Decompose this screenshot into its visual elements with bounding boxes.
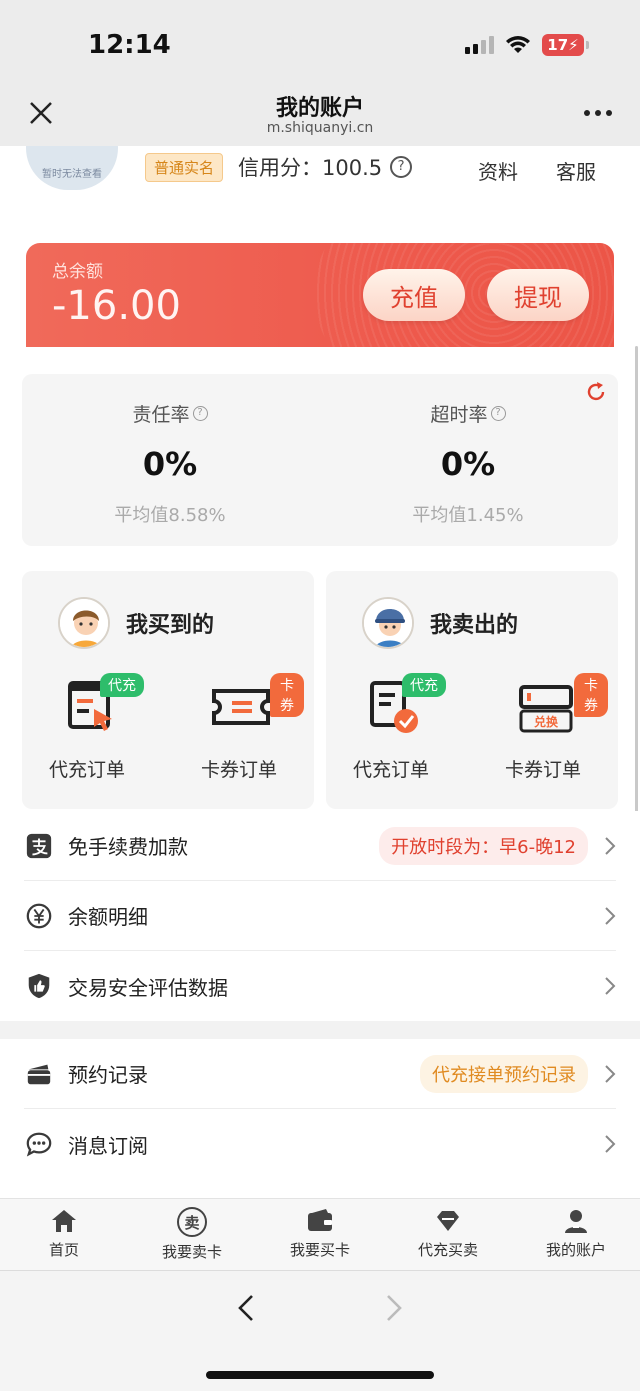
- cellular-signal-icon: [465, 36, 494, 54]
- browser-toolbar: [0, 1270, 640, 1391]
- wallet-icon: [308, 1209, 332, 1231]
- realname-badge: 普通实名: [145, 153, 224, 182]
- customer-service-link[interactable]: 客服: [556, 156, 596, 185]
- profile-link[interactable]: 资料: [478, 156, 518, 185]
- sold-recharge-orders[interactable]: 代充 代充订单: [326, 671, 456, 782]
- menu-reservation-records[interactable]: 预约记录 代充接单预约记录: [24, 1039, 616, 1109]
- user-icon: [565, 1210, 587, 1233]
- home-icon: [52, 1210, 76, 1232]
- battery-icon: 17 ⚡: [542, 34, 589, 56]
- more-menu-icon[interactable]: [584, 110, 612, 116]
- sold-title: 我卖出的: [430, 613, 519, 638]
- menu-balance-detail[interactable]: 余额明细: [24, 881, 616, 951]
- wallet-card-icon: [24, 1059, 54, 1089]
- section-divider: [0, 1021, 640, 1039]
- page-title: 我的账户: [275, 96, 364, 121]
- shield-thumb-icon: [24, 971, 54, 1001]
- chevron-right-icon: [605, 836, 616, 855]
- tab-home[interactable]: 首页: [0, 1199, 128, 1270]
- seller-avatar-icon: [362, 597, 414, 649]
- tab-recharge-trade[interactable]: 代充买卖: [384, 1199, 512, 1270]
- responsibility-rate: 责任率? 0% 平均值8.58%: [70, 400, 270, 527]
- avatar[interactable]: 暂时无法查看: [26, 146, 118, 190]
- menu-fee-free-topup[interactable]: 免手续费加款 开放时段为：早6-晚12: [24, 811, 616, 881]
- refresh-icon[interactable]: [584, 380, 608, 404]
- home-indicator[interactable]: [206, 1371, 434, 1379]
- balance-label: 总余额: [52, 262, 103, 282]
- open-hours-badge: 开放时段为：早6-晚12: [379, 826, 588, 865]
- back-arrow-icon[interactable]: [236, 1293, 256, 1323]
- bought-orders-card: 我买到的 代充 代充订单 卡券 卡券订单: [22, 571, 314, 809]
- stat-value: 0%: [440, 445, 496, 483]
- question-icon[interactable]: ?: [490, 406, 506, 421]
- question-icon[interactable]: ?: [192, 406, 208, 421]
- menu-group-1: 免手续费加款 开放时段为：早6-晚12 余额明细 交易安全评估数据: [0, 811, 640, 1021]
- chevron-right-icon: [605, 906, 616, 925]
- question-icon[interactable]: ?: [390, 156, 413, 178]
- bought-coupon-orders[interactable]: 卡券 卡券订单: [174, 671, 304, 782]
- recharge-button[interactable]: 充值: [363, 269, 465, 321]
- page-url: m.shiquanyi.cn: [266, 120, 374, 136]
- account-content[interactable]: 暂时无法查看 普通实名 信用分：100.5 ? 资料 客服 总余额 -16.00…: [0, 146, 640, 1198]
- bottom-tab-bar: 首页 卖 我要卖卡 我要买卡 代充买卖 我的账户: [0, 1198, 640, 1270]
- recharge-tag: 代充: [402, 673, 446, 697]
- sold-orders-card: 我卖出的 代充 代充订单 兑换 卡券 卡券订单: [326, 571, 618, 809]
- stat-average: 平均值1.45%: [412, 505, 524, 526]
- stat-average: 平均值8.58%: [114, 505, 226, 526]
- bought-recharge-orders[interactable]: 代充 代充订单: [22, 671, 152, 782]
- status-time: 12:14: [88, 30, 171, 60]
- status-icons: 17 ⚡: [465, 34, 589, 56]
- chevron-right-icon: [605, 977, 616, 995]
- stats-card: 责任率? 0% 平均值8.58% 超时率? 0% 平均值1.45%: [22, 374, 618, 546]
- reservation-badge: 代充接单预约记录: [420, 1054, 588, 1093]
- diamond-icon: [437, 1211, 459, 1231]
- tab-sell-card[interactable]: 卖 我要卖卡: [128, 1199, 256, 1270]
- browser-header: 12:14 17 ⚡ 我的账户 m.shiquanyi.cn: [0, 0, 640, 146]
- chevron-right-icon: [605, 1064, 616, 1083]
- balance-value: -16.00: [52, 283, 181, 329]
- credit-score: 信用分：100.5 ?: [238, 152, 413, 182]
- chat-bubble-icon: [24, 1129, 54, 1159]
- coupon-tag: 卡券: [270, 673, 304, 717]
- menu-group-2: 预约记录 代充接单预约记录 消息订阅: [0, 1039, 640, 1179]
- tab-buy-card[interactable]: 我要买卡: [256, 1199, 384, 1270]
- menu-message-subscription[interactable]: 消息订阅: [24, 1109, 616, 1179]
- coupon-tag: 卡券: [574, 673, 608, 717]
- timeout-rate: 超时率? 0% 平均值1.45%: [368, 400, 568, 527]
- credit-label: 信用分：: [238, 156, 322, 180]
- buyer-avatar-icon: [58, 597, 110, 649]
- yuan-icon: [24, 901, 54, 931]
- alipay-icon: [24, 831, 54, 861]
- chevron-right-icon: [605, 1135, 616, 1153]
- stat-value: 0%: [142, 445, 198, 483]
- menu-trade-safety-data[interactable]: 交易安全评估数据: [24, 951, 616, 1021]
- sell-circle-icon: 卖: [177, 1207, 207, 1237]
- balance-card: 总余额 -16.00 充值 提现: [26, 243, 614, 347]
- credit-value: 100.5: [322, 156, 383, 180]
- sold-coupon-orders[interactable]: 兑换 卡券 卡券订单: [478, 671, 608, 782]
- exchange-label: 兑换: [533, 715, 558, 729]
- wifi-icon: [506, 36, 530, 53]
- bought-title: 我买到的: [126, 613, 215, 638]
- forward-arrow-icon[interactable]: [384, 1293, 404, 1323]
- recharge-tag: 代充: [100, 673, 144, 697]
- withdraw-button[interactable]: 提现: [487, 269, 589, 321]
- tab-my-account[interactable]: 我的账户: [512, 1199, 640, 1270]
